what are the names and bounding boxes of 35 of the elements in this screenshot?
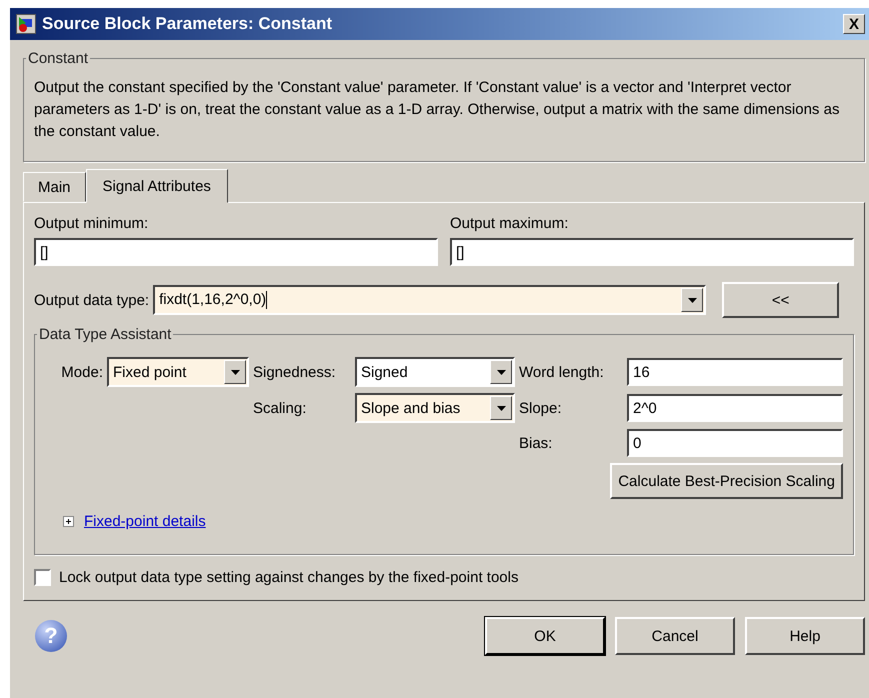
input-field[interactable]: 16 xyxy=(627,358,843,386)
field-label: Slope: xyxy=(519,400,563,416)
field-label: Word length: xyxy=(519,364,605,380)
input-field[interactable]: [] xyxy=(34,238,438,266)
block-diagram-icon xyxy=(16,14,36,34)
collapse-button[interactable]: << xyxy=(722,282,840,318)
input-field[interactable]: 0 xyxy=(627,429,843,457)
field-label: Scaling: xyxy=(253,400,308,416)
checkbox[interactable] xyxy=(34,569,51,586)
details-link[interactable]: Fixed-point details xyxy=(84,513,206,530)
field-label: Signedness: xyxy=(253,364,337,380)
dialog-button[interactable]: OK xyxy=(485,617,605,655)
field-label: Mode: xyxy=(60,364,103,380)
input-field[interactable]: 2^0 xyxy=(627,394,843,422)
dialog-button[interactable]: Help xyxy=(745,617,865,655)
combo-box[interactable]: Signed xyxy=(355,357,515,387)
checkbox-label: Lock output data type setting against changes by the fixed-point tools xyxy=(59,569,518,586)
field-label: Output maximum: xyxy=(450,215,570,232)
input-field[interactable]: [] xyxy=(450,238,854,266)
combo-box[interactable]: Fixed point xyxy=(107,357,249,387)
tab[interactable]: Signal Attributes xyxy=(86,169,228,203)
description-text: Output the constant specified by the 'Constant value' parameter. If 'Constant value' is a vector and 'Interpret vector parameters as 1-D' is on, treat the constant value as a 1-D array. Otherwise, output a matrix with the same dimensions as the constant value. xyxy=(34,78,840,142)
combo-box[interactable]: fixdt(1,16,2^0,0) xyxy=(153,285,706,315)
expand-icon[interactable] xyxy=(63,516,74,527)
combo-box[interactable]: Slope and bias xyxy=(355,393,515,423)
window-title: Source Block Parameters: Constant xyxy=(42,14,334,34)
field-label: Output data type: xyxy=(34,292,150,308)
tab[interactable]: Main xyxy=(23,172,86,202)
dialog-button[interactable]: Cancel xyxy=(615,617,735,655)
group-title: Constant xyxy=(27,50,90,67)
field-label: Bias: xyxy=(519,434,554,452)
group-title: Data Type Assistant xyxy=(38,326,172,343)
field-label: Output minimum: xyxy=(34,215,150,232)
close-button[interactable]: X xyxy=(843,14,865,34)
calculate-button[interactable]: Calculate Best-Precision Scaling xyxy=(610,463,843,499)
